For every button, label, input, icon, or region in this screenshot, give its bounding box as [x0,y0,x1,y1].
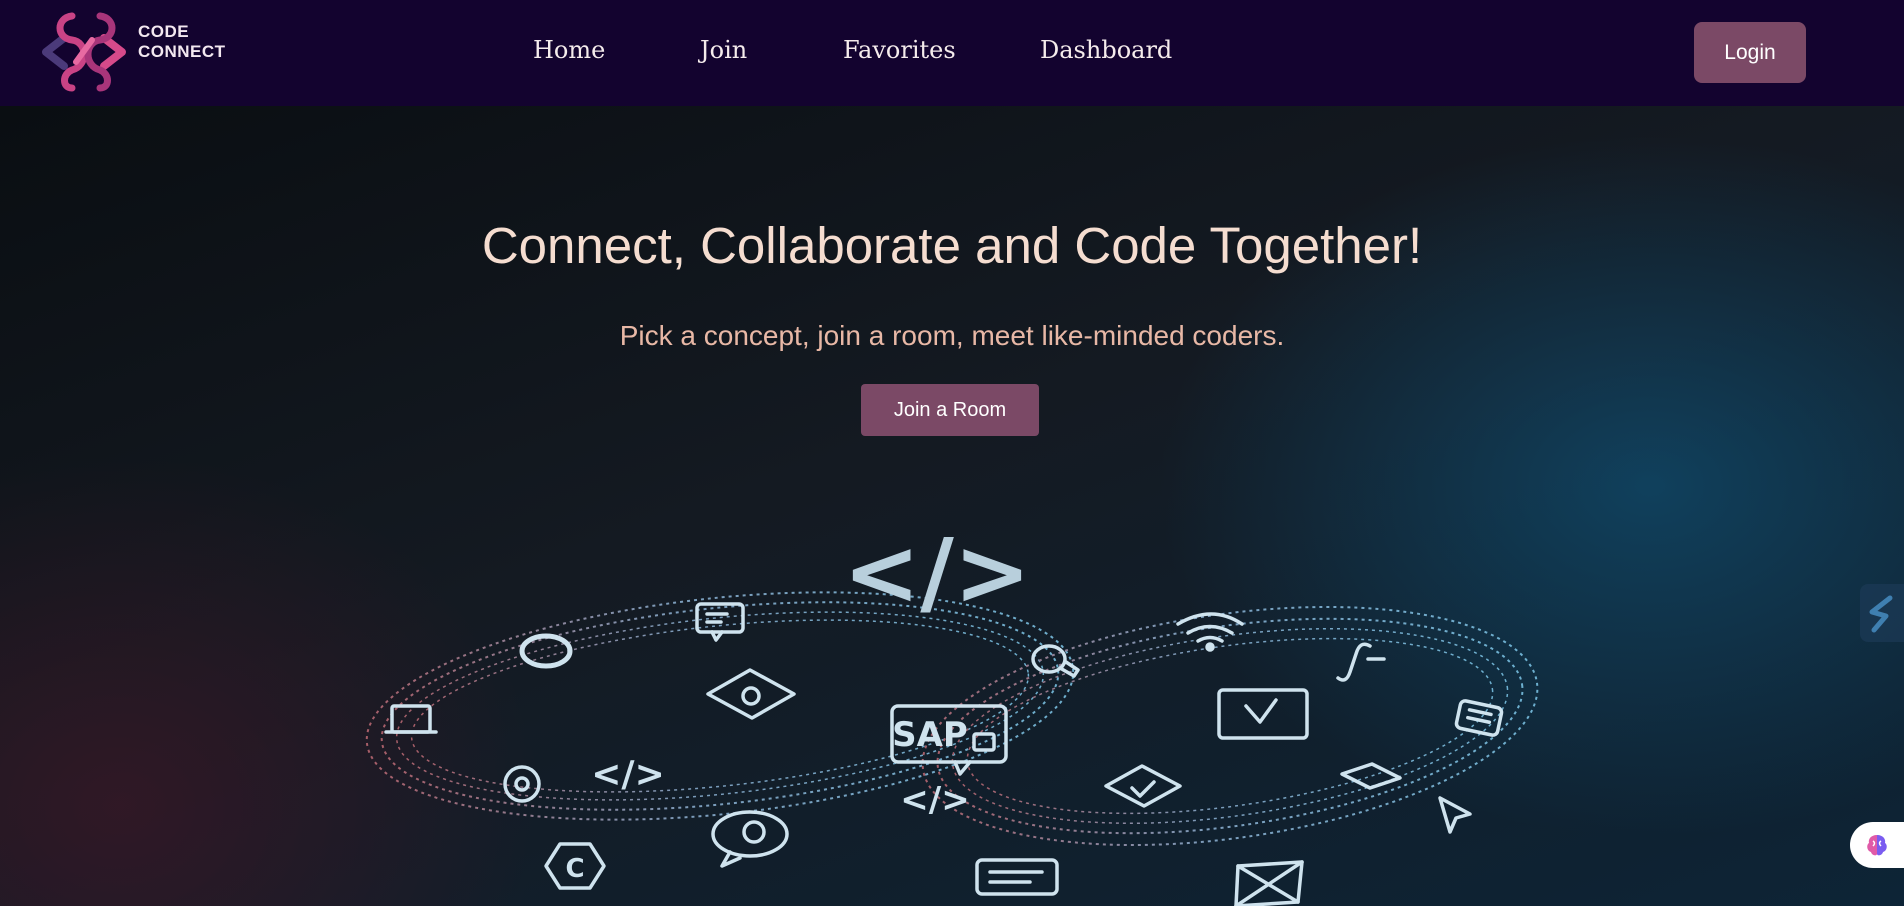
wifi-icon [1176,612,1244,652]
message-icon [975,858,1059,896]
function-icon [1336,642,1386,682]
big-code-tag: </> [843,519,1031,626]
s-shape-icon [1869,595,1893,633]
assistant-button[interactable] [1850,822,1904,868]
envelope-x-icon [1234,860,1304,906]
gear-icon [503,765,541,803]
hexagon-letter: C [565,854,584,884]
navbar: CODE CONNECT Home Join Favorites Dashboa… [0,0,1904,106]
small-code-tag: </> [591,754,664,795]
cursor-icon [1438,796,1472,834]
code-icon: </> [843,519,1031,626]
sap-chat-icon: SAP [890,704,1008,776]
hero-title: Connect, Collaborate and Code Together! [481,217,1423,274]
chat-icon [695,602,745,642]
nav-join-link[interactable]: Join [700,36,747,64]
brand-line-1: CODE [138,22,190,41]
ticket-icon [1340,762,1402,790]
diamond-check-icon [1104,764,1182,808]
brand-wordmark: CODE CONNECT [138,22,226,62]
small-code-icon: </> </> [591,754,969,820]
calculator-icon [1454,699,1504,737]
brand-line-2: CONNECT [138,42,226,61]
location-chat-icon [711,810,789,868]
brand-logo[interactable]: CODE CONNECT [42,8,242,94]
brain-icon [1867,835,1887,856]
logo-icon [42,12,126,92]
small-code-tag-2: </> [900,780,969,820]
sap-label: SAP [892,715,968,755]
hexagon-c-icon: C [544,842,606,890]
ring-icon [519,633,573,669]
side-widget-tab[interactable] [1860,584,1904,642]
join-room-button[interactable]: Join a Room [861,384,1039,436]
checkbox-icon [1217,688,1309,740]
nav-home-link[interactable]: Home [533,36,605,64]
hero-section: </> SAP </> </> C Connect, Collaborate a… [0,106,1904,906]
database-icon [706,668,796,720]
login-button[interactable]: Login [1694,22,1806,83]
nav-dashboard-link[interactable]: Dashboard [1040,36,1172,64]
hero-subtitle: Pick a concept, join a room, meet like-m… [619,320,1285,351]
nav-favorites-link[interactable]: Favorites [843,36,956,64]
